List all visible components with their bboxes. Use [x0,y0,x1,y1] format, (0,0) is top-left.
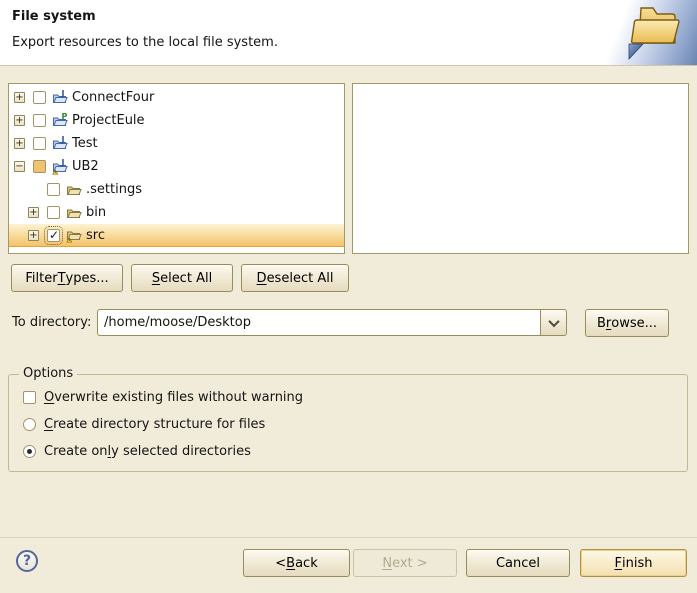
java-project-folder-icon: J [52,136,68,152]
option-label: Create only selected directories [44,444,251,459]
tree-item-label: ProjectEule [72,113,145,128]
button-label: elect All [160,271,212,286]
back-button[interactable]: < Back [243,549,350,577]
java-project-folder-icon: J [52,90,68,106]
help-icon[interactable]: ? [16,550,38,572]
svg-text:J: J [61,136,65,144]
tree-row[interactable]: + P ProjectEule [9,109,344,132]
button-mnemonic: F [615,556,622,571]
file-list-panel[interactable] [352,83,689,254]
expand-icon[interactable]: + [14,115,25,126]
options-legend: Options [19,366,77,381]
button-mnemonic: B [286,556,295,571]
svg-text:J: J [61,159,65,167]
button-mnemonic: D [257,271,267,286]
tree-row[interactable]: + J Test [9,132,344,155]
tree-row[interactable]: − J UB2 [9,155,344,178]
only-selected-option[interactable]: Create only selected directories [23,444,251,459]
tree-checkbox[interactable] [33,114,46,127]
footer-separator [0,537,697,538]
directory-structure-option[interactable]: Create directory structure for files [23,417,265,432]
expand-icon[interactable]: + [28,207,39,218]
button-label: inish [622,556,652,571]
button-label: eselect All [267,271,334,286]
button-label: ack [295,556,318,571]
chevron-down-icon [548,315,559,326]
tree-item-label: .settings [86,182,142,197]
button-label: owse... [611,316,657,331]
button-mnemonic: N [382,556,392,571]
svg-text:P: P [62,113,68,121]
tree-checkbox[interactable] [47,206,60,219]
button-label: ext > [392,556,428,571]
only-selected-radio[interactable] [23,445,36,458]
options-group: Options Overwrite existing files without… [8,374,688,472]
option-label: Overwrite existing files without warning [44,390,303,405]
tree-row[interactable]: + bin [9,201,344,224]
folder-warning-icon [66,227,82,243]
page-title: File system [12,9,96,24]
button-mnemonic: T [58,271,66,286]
tree-checkbox-checked[interactable] [47,229,60,242]
directory-structure-radio[interactable] [23,418,36,431]
tree-checkbox-grayed[interactable] [33,160,46,173]
button-label: ypes... [66,271,109,286]
deselect-all-button[interactable]: Deselect All [241,264,349,292]
export-wizard-dialog: File system Export resources to the loca… [0,0,697,593]
folder-icon [66,205,82,221]
java-project-folder-warning-icon: J [52,159,68,175]
collapse-icon[interactable]: − [14,161,25,172]
resource-tree: + J ConnectFour + P ProjectEu [8,83,345,254]
button-label: Filter [25,271,57,286]
export-folder-icon [625,2,687,66]
select-all-button[interactable]: Select All [131,264,233,292]
directory-combo [97,309,567,336]
overwrite-checkbox[interactable] [23,391,36,404]
finish-button[interactable]: Finish [580,549,687,577]
option-label: Create directory structure for files [44,417,265,432]
to-directory-label: To directory: [12,315,91,330]
button-mnemonic: S [152,271,160,286]
tree-item-label: ConnectFour [72,90,154,105]
tree-item-label: bin [86,205,106,220]
overwrite-option[interactable]: Overwrite existing files without warning [23,390,303,405]
tree-checkbox[interactable] [33,137,46,150]
plugin-project-folder-icon: P [52,113,68,129]
browse-button[interactable]: Browse... [585,309,669,337]
tree-checkbox[interactable] [47,183,60,196]
tree-row-selected[interactable]: + src [9,224,344,247]
cancel-button[interactable]: Cancel [466,549,570,577]
tree-row[interactable]: + J ConnectFour [9,86,344,109]
button-label: < [275,556,286,571]
expand-icon[interactable]: + [14,138,25,149]
page-subtitle: Export resources to the local file syste… [12,35,278,50]
svg-text:J: J [61,90,65,98]
tree-item-label: src [86,228,105,243]
tree-item-label: UB2 [72,159,99,174]
expand-icon[interactable]: + [14,92,25,103]
button-label: B [597,316,606,331]
button-label: Cancel [496,556,540,571]
tree-row[interactable]: .settings [9,178,344,201]
combo-dropdown-button[interactable] [540,309,567,336]
expand-icon[interactable]: + [28,230,39,241]
tree-item-label: Test [72,136,98,151]
next-button: Next > [353,549,457,577]
tree-checkbox[interactable] [33,91,46,104]
wizard-banner: File system Export resources to the loca… [0,0,697,66]
folder-icon [66,182,82,198]
directory-input[interactable] [97,309,540,336]
filter-types-button[interactable]: Filter Types... [11,264,123,292]
